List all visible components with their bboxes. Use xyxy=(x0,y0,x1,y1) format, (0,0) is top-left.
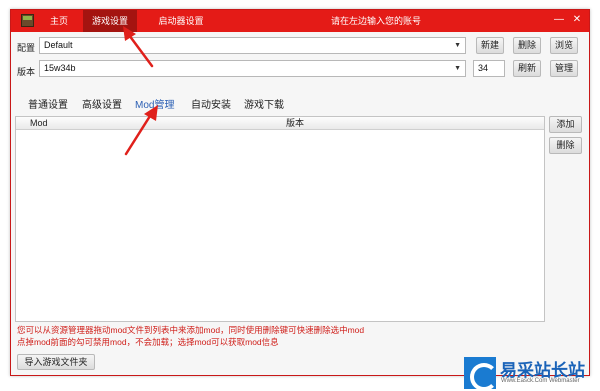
hint-line-drag: 您可以从资源管理器拖动mod文件到列表中来添加mod，同时使用删除键可快速删除选… xyxy=(17,325,365,335)
launcher-window: 主页 游戏设置 启动器设置 请在左边输入您的账号 — ✕ 配置 Default … xyxy=(10,9,590,376)
chevron-down-icon: ▼ xyxy=(454,65,461,72)
delete-config-button[interactable]: 删除 xyxy=(513,37,541,54)
table-body xyxy=(16,130,544,321)
mod-table[interactable]: Mod 版本 xyxy=(15,116,545,322)
version-value: 15w34b xyxy=(44,63,76,73)
subtab-general[interactable]: 普通设置 xyxy=(28,96,68,111)
refresh-button[interactable]: 刷新 xyxy=(513,60,541,77)
config-label: 配置 xyxy=(17,43,36,53)
annotation-arrow-to-mod-manager xyxy=(124,105,158,156)
subtab-auto-install[interactable]: 自动安装 xyxy=(191,96,231,111)
app-logo-icon xyxy=(21,14,34,27)
version-select[interactable]: 15w34b ▼ xyxy=(39,60,466,77)
version-number: 34 xyxy=(478,63,489,73)
watermark-subtitle: Www.Easck.Com Webmaster xyxy=(501,378,580,384)
version-number-field[interactable]: 34 xyxy=(473,60,505,77)
minimize-icon[interactable]: — xyxy=(552,13,566,27)
remove-mod-button[interactable]: 删除 xyxy=(549,137,582,154)
subtab-advanced[interactable]: 高级设置 xyxy=(82,96,122,111)
close-icon[interactable]: ✕ xyxy=(570,13,584,27)
add-mod-button[interactable]: 添加 xyxy=(549,116,582,133)
annotation-arrow-to-game-settings xyxy=(123,26,154,68)
version-label: 版本 xyxy=(17,67,36,77)
tab-home[interactable]: 主页 xyxy=(41,10,77,32)
config-value: Default xyxy=(44,40,73,50)
import-game-folder-button[interactable]: 导入游戏文件夹 xyxy=(17,354,95,370)
manage-button[interactable]: 管理 xyxy=(550,60,578,77)
column-mod[interactable]: Mod xyxy=(30,117,48,130)
hint-line-disable: 点掉mod前面的勾可禁用mod，不会加载；选择mod可以获取mod信息 xyxy=(17,337,279,347)
chevron-down-icon: ▼ xyxy=(454,42,461,49)
browse-button[interactable]: 浏览 xyxy=(550,37,578,54)
subtab-game-download[interactable]: 游戏下载 xyxy=(244,96,284,111)
column-version[interactable]: 版本 xyxy=(286,117,304,130)
window-title: 请在左边输入您的账号 xyxy=(331,16,422,26)
watermark-logo-icon xyxy=(464,357,498,391)
site-watermark: 易采站长站 Www.Easck.Com Webmaster xyxy=(464,356,600,391)
config-select[interactable]: Default ▼ xyxy=(39,37,466,54)
table-header: Mod 版本 xyxy=(16,117,544,130)
new-config-button[interactable]: 新建 xyxy=(476,37,504,54)
title-bar: 主页 游戏设置 启动器设置 请在左边输入您的账号 — ✕ xyxy=(11,10,589,32)
